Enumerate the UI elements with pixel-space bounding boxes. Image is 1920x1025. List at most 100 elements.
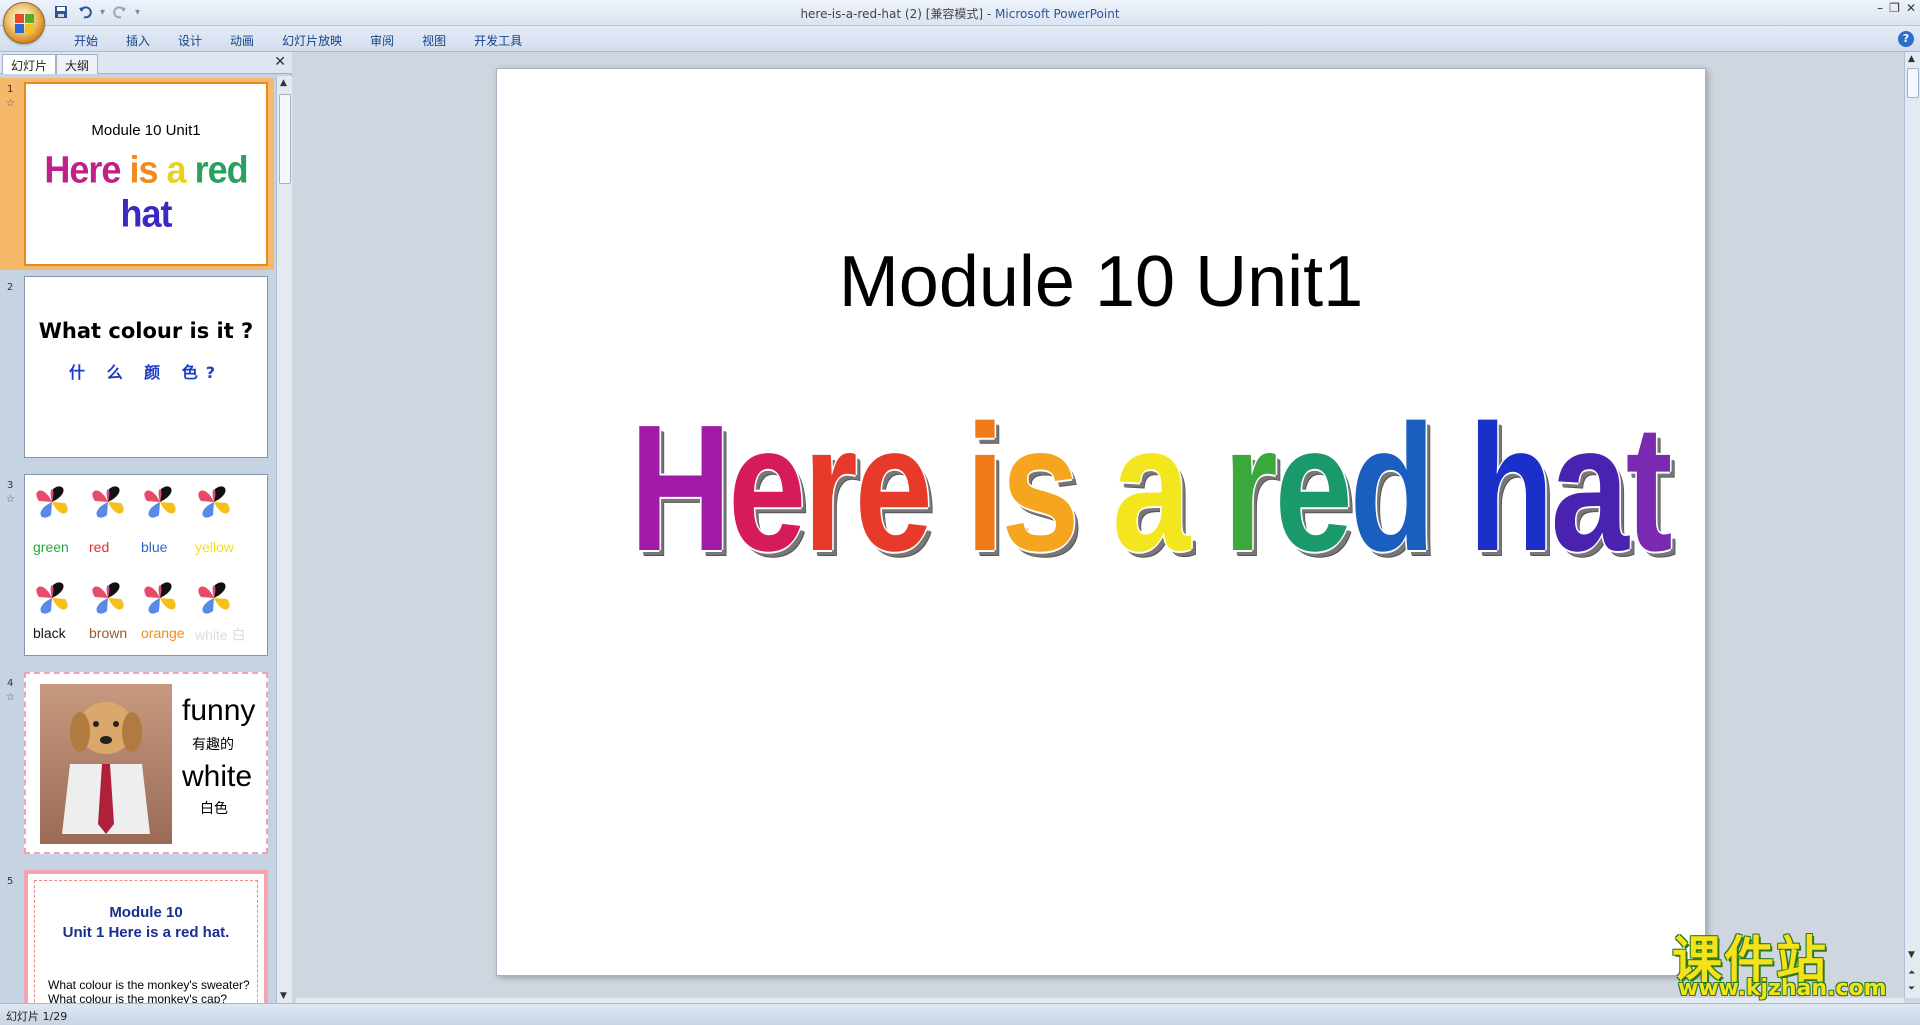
ribbon-tabs: 开始 插入 设计 动画 幻灯片放映 审阅 视图 开发工具 <box>60 30 536 51</box>
wordart-letter: d <box>1349 388 1436 589</box>
slide-scrollbar[interactable]: ▲ ▼ ⏶ ⏷ <box>1904 52 1920 998</box>
scroll-up-icon[interactable]: ▲ <box>1908 54 1915 64</box>
slide-thumbnail: funny 有趣的 white 白色 <box>24 672 268 854</box>
ribbon: 开始 插入 设计 动画 幻灯片放映 审阅 视图 开发工具 ? <box>0 26 1920 52</box>
minimize-icon[interactable]: – <box>1877 1 1883 15</box>
close-icon[interactable]: ✕ <box>1906 1 1916 15</box>
tab-view[interactable]: 视图 <box>408 30 460 51</box>
tab-design[interactable]: 设计 <box>164 30 216 51</box>
thumb-subtitle: 什 么 颜 色? <box>69 363 223 382</box>
color-label: orange <box>141 625 185 641</box>
wordart-letter: e <box>728 388 806 589</box>
thumbnail-list: 1 ☆ Module 10 Unit1 Here is a red hat 2 … <box>0 76 274 1003</box>
scroll-thumb[interactable] <box>279 94 291 184</box>
color-flower-icon <box>191 575 237 621</box>
color-flower-icon <box>85 575 131 621</box>
wordart-letter: e <box>1274 388 1353 589</box>
thumb-line: What colour is the monkey's sweater? <box>48 978 250 992</box>
thumb-word: white <box>182 760 253 793</box>
thumbnail-slide-1[interactable]: 1 ☆ Module 10 Unit1 Here is a red hat <box>0 78 274 270</box>
office-logo-icon <box>15 14 35 34</box>
thumbnail-slide-5[interactable]: 5 Module 10 Unit 1 Here is a red hat. Wh… <box>0 870 274 1003</box>
slide-number: 3 <box>7 480 14 491</box>
thumbnail-slide-2[interactable]: 2 What colour is it ? 什 么 颜 色? <box>0 276 274 464</box>
animation-star-icon: ☆ <box>6 692 15 703</box>
thumb-title: What colour is it ? <box>38 319 254 343</box>
watermark-logo: 课件站 www.kjzhan.com <box>1668 920 1908 1004</box>
color-label: yellow <box>195 539 234 555</box>
scroll-down-icon[interactable]: ▼ <box>1908 950 1915 960</box>
wordart-letter: s <box>1001 388 1079 589</box>
thumb-wordart: Here is a red hat <box>44 147 248 236</box>
slide-number: 4 <box>7 678 14 689</box>
tab-slides[interactable]: 幻灯片 <box>2 54 57 74</box>
window-controls: – ❐ ✕ <box>1877 1 1916 15</box>
color-flower-icon <box>29 575 75 621</box>
title-bar: ▾ ▾ here-is-a-red-hat (2) [兼容模式] - Micro… <box>0 0 1920 44</box>
color-flower-icon <box>137 575 183 621</box>
slide-thumbnail: What colour is it ? 什 么 颜 色? <box>24 276 268 458</box>
tab-review[interactable]: 审阅 <box>356 30 408 51</box>
slides-pane: 幻灯片 大纲 ✕ 1 ☆ Module 10 Unit1 Here is a r… <box>0 52 292 1003</box>
office-button[interactable] <box>3 2 45 44</box>
wordart-letter: a <box>1550 388 1629 589</box>
scroll-down-icon[interactable]: ▼ <box>280 991 287 1001</box>
wordart-word: hat <box>1468 388 1673 589</box>
tab-insert[interactable]: 插入 <box>112 30 164 51</box>
thumb-word: 白色 <box>200 800 228 816</box>
thumb-title: Module 10 Unit1 <box>91 122 201 139</box>
slide-title[interactable]: Module 10 Unit1 <box>497 241 1705 323</box>
slide-thumbnail: Module 10 Unit 1 Here is a red hat. What… <box>24 870 268 1003</box>
slide-number: 5 <box>7 876 14 887</box>
thumbnail-slide-4[interactable]: 4 ☆ funny 有趣的 white 白色 <box>0 672 274 860</box>
wordart-letter: r <box>803 388 858 589</box>
slide-indicator: 幻灯片 1/29 <box>6 1010 68 1023</box>
color-label: brown <box>89 625 128 641</box>
current-slide[interactable]: Module 10 Unit1 Here is a red hat <box>496 68 1706 976</box>
tab-home[interactable]: 开始 <box>60 30 112 51</box>
help-icon[interactable]: ? <box>1898 31 1914 47</box>
tab-outline[interactable]: 大纲 <box>56 54 99 74</box>
slide-thumbnail: Module 10 Unit1 Here is a red hat <box>24 82 268 266</box>
tab-developer[interactable]: 开发工具 <box>460 30 536 51</box>
thumbnail-slide-3[interactable]: 3 ☆ green red blue yellow black brown orange wh… <box>0 474 274 662</box>
animation-star-icon: ☆ <box>6 494 15 505</box>
color-flower-icon <box>85 479 131 525</box>
slide-thumbnail: green red blue yellow black brown orange white … <box>24 474 268 656</box>
color-label: black <box>33 625 66 641</box>
color-flower-icon <box>137 479 183 525</box>
wordart-word: is <box>965 388 1080 589</box>
wordart-letter: h <box>1468 388 1554 589</box>
wordart-letter: e <box>854 388 933 589</box>
color-label: red <box>89 539 110 555</box>
wordart-letter: i <box>965 388 1005 589</box>
wordart-letter: H <box>629 388 731 589</box>
animation-star-icon: ☆ <box>6 98 15 109</box>
slide-number: 2 <box>7 282 14 293</box>
color-flower-icon <box>29 479 75 525</box>
wordart-letter: r <box>1223 388 1278 589</box>
thumb-word: 有趣的 <box>192 736 234 752</box>
tab-animations[interactable]: 动画 <box>216 30 268 51</box>
restore-icon[interactable]: ❐ <box>1889 1 1900 15</box>
wordart-word: red <box>1223 388 1436 589</box>
scroll-thumb[interactable] <box>1907 68 1919 98</box>
slide-number: 1 <box>7 84 14 95</box>
wordart-letter: t <box>1625 388 1673 589</box>
wordart-title[interactable]: Here is a red hat <box>630 399 1673 579</box>
thumbnail-scrollbar[interactable]: ▲ ▼ <box>276 76 292 1003</box>
wordart-word: Here <box>629 388 933 589</box>
slide-editor: Module 10 Unit1 Here is a red hat <box>296 52 1904 998</box>
pane-tabs: 幻灯片 大纲 ✕ <box>0 52 292 74</box>
scroll-up-icon[interactable]: ▲ <box>280 78 287 88</box>
wordart-word: a <box>1112 388 1190 589</box>
tab-slideshow[interactable]: 幻灯片放映 <box>268 30 356 51</box>
watermark-url: www.kjzhan.com <box>1678 976 1887 1001</box>
next-slide-icon[interactable]: ⏷ <box>1908 984 1915 994</box>
status-bar: 幻灯片 1/29 <box>0 1003 1920 1025</box>
thumb-word: funny <box>182 694 256 727</box>
wordart-letter: a <box>1112 388 1190 589</box>
previous-slide-icon[interactable]: ⏶ <box>1908 968 1915 978</box>
color-flower-icon <box>191 479 237 525</box>
pane-close-icon[interactable]: ✕ <box>274 54 286 70</box>
